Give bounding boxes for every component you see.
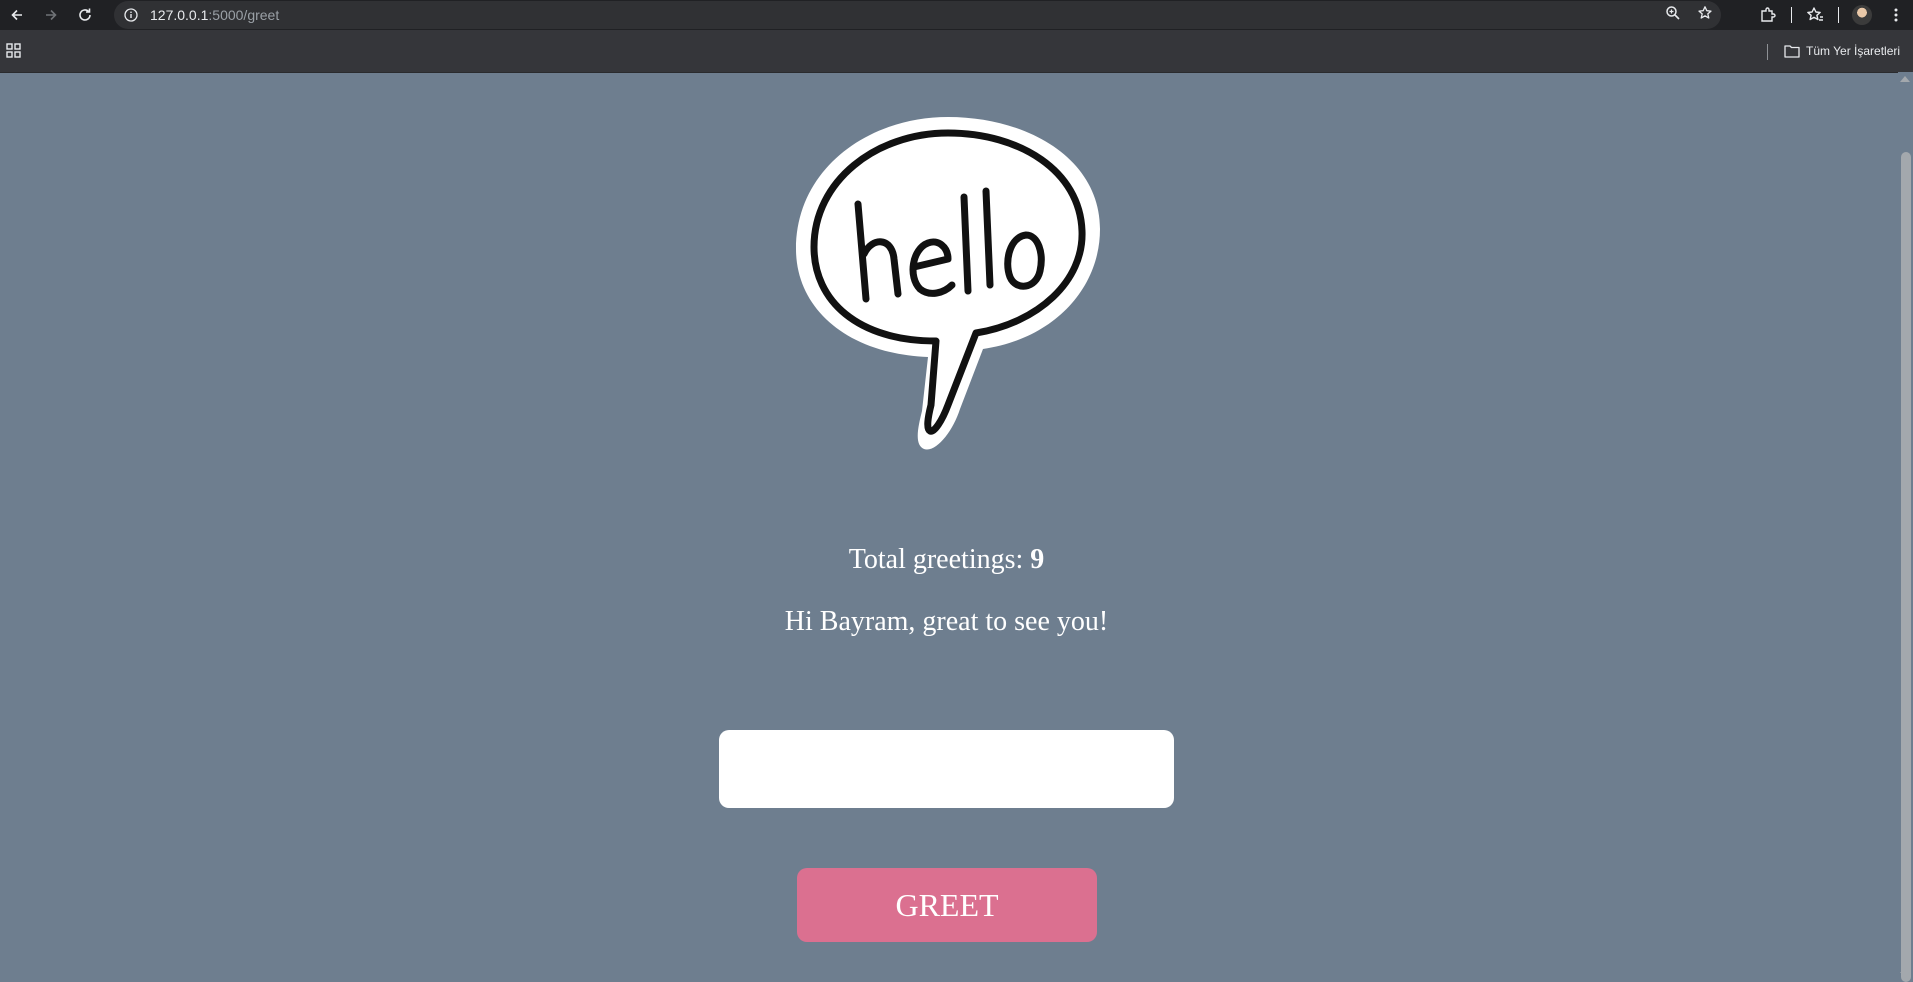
url-host: 127.0.0.1	[150, 7, 209, 23]
scroll-up-arrow-icon[interactable]	[1900, 76, 1910, 82]
browser-toolbar: 127.0.0.1:5000/greet	[0, 0, 1913, 30]
profile-button[interactable]	[1845, 0, 1879, 30]
arrow-right-icon	[46, 9, 57, 21]
bookmarks-divider	[1767, 44, 1768, 60]
toolbar-right	[1751, 0, 1913, 30]
star-list-icon	[1807, 7, 1823, 21]
total-greetings: Total greetings: 9	[0, 544, 1893, 576]
greeting-message: Hi Bayram, great to see you!	[784, 606, 1109, 637]
extensions-button[interactable]	[1751, 0, 1785, 30]
scrollbar-thumb[interactable]	[1901, 152, 1911, 982]
name-input[interactable]	[719, 730, 1174, 808]
toolbar-divider	[1791, 7, 1792, 23]
total-greetings-label: Total greetings:	[848, 544, 1031, 575]
page-content: hello Total greetings: 9 Hi Bayram, grea…	[0, 72, 1898, 982]
toolbar-divider	[1838, 7, 1839, 23]
menu-button[interactable]	[1879, 0, 1913, 30]
forward-button[interactable]	[34, 0, 68, 30]
greet-button[interactable]: GREET	[797, 868, 1097, 942]
puzzle-icon	[1761, 7, 1776, 22]
arrow-left-icon	[11, 9, 22, 21]
hello-speech-bubble-image: hello	[788, 109, 1100, 450]
back-button[interactable]	[0, 0, 34, 30]
all-bookmarks-label: Tüm Yer İşaretleri	[1806, 44, 1901, 58]
folder-icon	[1784, 45, 1800, 58]
address-bar[interactable]: 127.0.0.1:5000/greet	[114, 1, 1721, 29]
apps-grid-icon[interactable]	[6, 43, 22, 59]
url-text[interactable]: 127.0.0.1:5000/greet	[150, 7, 279, 23]
bookmarks-button[interactable]	[1798, 0, 1832, 30]
zoom-icon[interactable]	[1665, 5, 1681, 26]
hello-image-text: hello	[788, 109, 791, 110]
reload-icon	[79, 8, 91, 21]
reload-button[interactable]	[68, 0, 102, 30]
url-path: :5000/greet	[208, 7, 280, 23]
bookmarks-bar: Tüm Yer İşaretleri	[0, 30, 1913, 73]
scroll-down-arrow-icon[interactable]	[1900, 972, 1910, 978]
total-greetings-count: 9	[1030, 544, 1045, 575]
more-vertical-icon	[1894, 8, 1898, 22]
avatar	[1852, 5, 1872, 25]
site-info-icon[interactable]	[122, 6, 140, 24]
bookmark-star-icon[interactable]	[1697, 5, 1713, 26]
all-bookmarks-button[interactable]: Tüm Yer İşaretleri	[1784, 41, 1900, 61]
